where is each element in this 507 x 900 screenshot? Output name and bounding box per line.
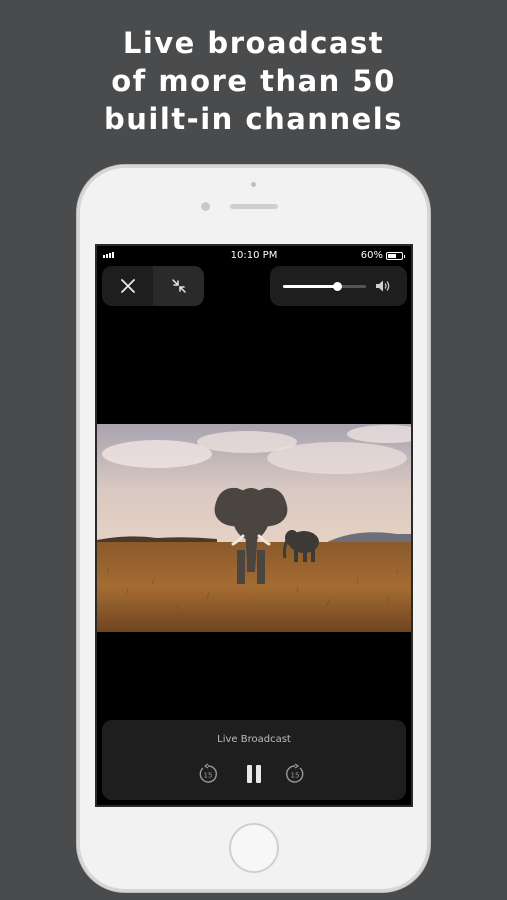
minimize-icon (171, 279, 186, 293)
proximity-sensor (251, 182, 256, 187)
skip-back-seconds: 15 (204, 772, 213, 780)
pause-button[interactable] (240, 760, 268, 788)
skip-forward-seconds: 15 (291, 772, 300, 780)
player-panel: Live Broadcast 15 15 (102, 720, 406, 800)
headline-line-1: Live broadcast (122, 26, 385, 60)
volume-fill (283, 285, 337, 288)
status-bar: 10:10 PM 60% (97, 246, 411, 266)
volume-thumb[interactable] (332, 282, 342, 291)
volume-control (270, 266, 407, 306)
now-playing-title: Live Broadcast (217, 734, 291, 745)
phone-screen: 10:10 PM 60% Live Broadcast 15 15 (95, 244, 413, 807)
close-button[interactable] (102, 266, 153, 306)
phone-frame: 10:10 PM 60% Live Broadcast 15 15 (77, 165, 430, 892)
skip-forward-button[interactable]: 15 (283, 762, 307, 786)
earpiece-speaker (230, 204, 278, 209)
video-frame[interactable] (97, 424, 411, 632)
battery-level-fill (388, 254, 396, 258)
rewind-15-icon: 15 (199, 763, 217, 783)
battery-percent: 60% (360, 250, 383, 261)
forward-15-icon: 15 (286, 763, 304, 783)
front-camera (201, 202, 210, 211)
home-button[interactable] (229, 823, 279, 873)
headline: Live broadcast of more than 50 built-in … (0, 24, 507, 138)
window-controls (102, 266, 204, 306)
battery-icon (386, 252, 405, 260)
speaker-icon[interactable] (374, 278, 392, 294)
headline-line-2: of more than 50 (111, 64, 396, 98)
volume-slider[interactable] (283, 282, 366, 291)
pause-icon (247, 765, 261, 783)
headline-line-3: built-in channels (104, 102, 403, 136)
minimize-button[interactable] (153, 266, 204, 306)
close-icon (120, 279, 135, 293)
skip-back-button[interactable]: 15 (196, 762, 220, 786)
